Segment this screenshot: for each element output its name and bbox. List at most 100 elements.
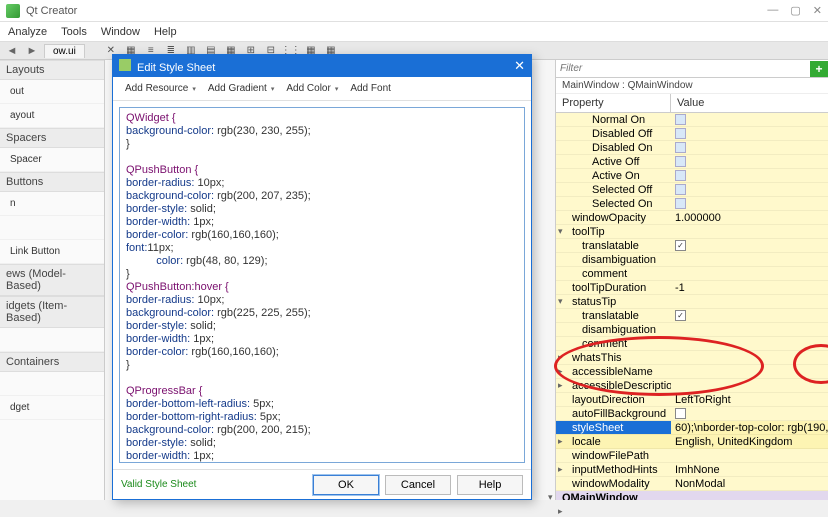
add-color-button[interactable]: Add Color	[282, 81, 342, 96]
property-filter-input[interactable]	[556, 61, 810, 76]
property-row[interactable]: layoutDirectionLeftToRight	[556, 393, 828, 407]
property-row[interactable]: ▾toolTip	[556, 225, 828, 239]
property-row[interactable]: Disabled On	[556, 141, 828, 155]
checkbox[interactable]: ✓	[675, 310, 686, 321]
expand-icon[interactable]: ▸	[558, 436, 563, 447]
add-resource-button[interactable]: Add Resource	[121, 81, 200, 96]
property-value[interactable]: English, UnitedKingdom	[671, 435, 828, 448]
expand-icon[interactable]: ▸	[558, 380, 563, 391]
property-value[interactable]	[671, 491, 828, 500]
property-row[interactable]: ▾statusTip	[556, 295, 828, 309]
property-value[interactable]	[671, 365, 828, 378]
maximize-button[interactable]: ▢	[790, 4, 800, 17]
property-value[interactable]	[671, 267, 828, 280]
property-row[interactable]: disambiguation	[556, 323, 828, 337]
property-row[interactable]: Active Off	[556, 155, 828, 169]
sidebar-section-header[interactable]: ews (Model-Based)	[0, 264, 104, 296]
sidebar-section-header[interactable]: idgets (Item-Based)	[0, 296, 104, 328]
property-row[interactable]: translatable✓	[556, 239, 828, 253]
widget-box-item[interactable]	[0, 216, 104, 240]
widget-box-item[interactable]: Spacer	[0, 148, 104, 172]
property-row[interactable]: Active On	[556, 169, 828, 183]
file-tab[interactable]: ow.ui	[44, 44, 85, 58]
column-header-value[interactable]: Value	[671, 94, 828, 112]
property-value[interactable]: -1	[671, 281, 828, 294]
nav-fwd-icon[interactable]: ►	[24, 45, 40, 57]
property-row[interactable]: toolTipDuration-1	[556, 281, 828, 295]
close-button[interactable]: ✕	[813, 4, 822, 17]
property-row[interactable]: ▸inputMethodHintsImhNone	[556, 463, 828, 477]
property-row[interactable]: windowOpacity1.000000	[556, 211, 828, 225]
stylesheet-editor[interactable]: QWidget {background-color: rgb(230, 230,…	[119, 107, 525, 463]
property-value[interactable]: 60);\nborder-top-color: rgb(190,190,190)…	[671, 421, 828, 434]
sidebar-section-header[interactable]: Containers	[0, 352, 104, 372]
widget-box-item[interactable]: dget	[0, 396, 104, 420]
property-row[interactable]: autoFillBackground	[556, 407, 828, 421]
widget-box-item[interactable]: n	[0, 192, 104, 216]
property-value[interactable]	[671, 323, 828, 336]
property-row[interactable]: ▸whatsThis	[556, 351, 828, 365]
property-row[interactable]: disambiguation	[556, 253, 828, 267]
widget-box-item[interactable]	[0, 328, 104, 352]
property-value[interactable]	[671, 295, 828, 308]
property-row[interactable]: styleSheet60);\nborder-top-color: rgb(19…	[556, 421, 828, 435]
property-value[interactable]	[671, 449, 828, 462]
nav-back-icon[interactable]: ◄	[4, 45, 20, 57]
property-row[interactable]: ▸accessibleName	[556, 365, 828, 379]
property-row[interactable]: ▸localeEnglish, UnitedKingdom	[556, 435, 828, 449]
ok-button[interactable]: OK	[313, 475, 379, 495]
property-value[interactable]	[671, 155, 828, 168]
property-value[interactable]	[671, 407, 828, 420]
property-row[interactable]: translatable✓	[556, 309, 828, 323]
add-property-button[interactable]: +	[810, 61, 828, 77]
expand-icon[interactable]: ▾	[558, 226, 563, 237]
property-value[interactable]	[671, 183, 828, 196]
property-value[interactable]	[671, 113, 828, 126]
menu-analyze[interactable]: Analyze	[8, 26, 47, 38]
help-button[interactable]: Help	[457, 475, 523, 495]
property-value[interactable]	[671, 197, 828, 210]
expand-icon[interactable]: ▾	[558, 296, 563, 307]
property-value[interactable]: LeftToRight	[671, 393, 828, 406]
property-row[interactable]: ▾QMainWindow	[556, 491, 828, 500]
cancel-button[interactable]: Cancel	[385, 475, 451, 495]
menu-help[interactable]: Help	[154, 26, 177, 38]
checkbox[interactable]: ✓	[675, 240, 686, 251]
expand-icon[interactable]: ▸	[558, 464, 563, 475]
property-row[interactable]: Selected On	[556, 197, 828, 211]
widget-box-item[interactable]: ayout	[0, 104, 104, 128]
property-value[interactable]: NonModal	[671, 477, 828, 490]
checkbox[interactable]	[675, 408, 686, 419]
property-value[interactable]	[671, 351, 828, 364]
add-gradient-button[interactable]: Add Gradient	[204, 81, 278, 96]
property-value[interactable]: ImhNone	[671, 463, 828, 476]
column-header-property[interactable]: Property	[556, 94, 671, 112]
property-row[interactable]: windowFilePath	[556, 449, 828, 463]
property-value[interactable]	[671, 337, 828, 350]
expand-icon[interactable]: ▸	[558, 352, 563, 363]
sidebar-section-header[interactable]: Layouts	[0, 60, 104, 80]
dialog-close-icon[interactable]: ✕	[514, 58, 525, 74]
property-value[interactable]: 1.000000	[671, 211, 828, 224]
widget-box-item[interactable]: Link Button	[0, 240, 104, 264]
widget-box-item[interactable]	[0, 372, 104, 396]
property-row[interactable]: ▸accessibleDescription	[556, 379, 828, 393]
property-row[interactable]: comment	[556, 267, 828, 281]
dialog-titlebar[interactable]: Edit Style Sheet ✕	[113, 55, 531, 77]
property-value[interactable]	[671, 225, 828, 238]
minimize-button[interactable]: —	[767, 4, 778, 17]
property-value[interactable]	[671, 169, 828, 182]
sidebar-section-header[interactable]: Spacers	[0, 128, 104, 148]
expand-icon[interactable]: ▸	[558, 366, 563, 377]
property-value[interactable]	[671, 253, 828, 266]
property-value[interactable]: ✓	[671, 309, 828, 322]
property-row[interactable]: Disabled Off	[556, 127, 828, 141]
menu-window[interactable]: Window	[101, 26, 140, 38]
property-value[interactable]	[671, 127, 828, 140]
sidebar-section-header[interactable]: Buttons	[0, 172, 104, 192]
widget-box-item[interactable]: out	[0, 80, 104, 104]
property-row[interactable]: Selected Off	[556, 183, 828, 197]
property-row[interactable]: comment	[556, 337, 828, 351]
property-row[interactable]: windowModalityNonModal	[556, 477, 828, 491]
property-row[interactable]: Normal On	[556, 113, 828, 127]
